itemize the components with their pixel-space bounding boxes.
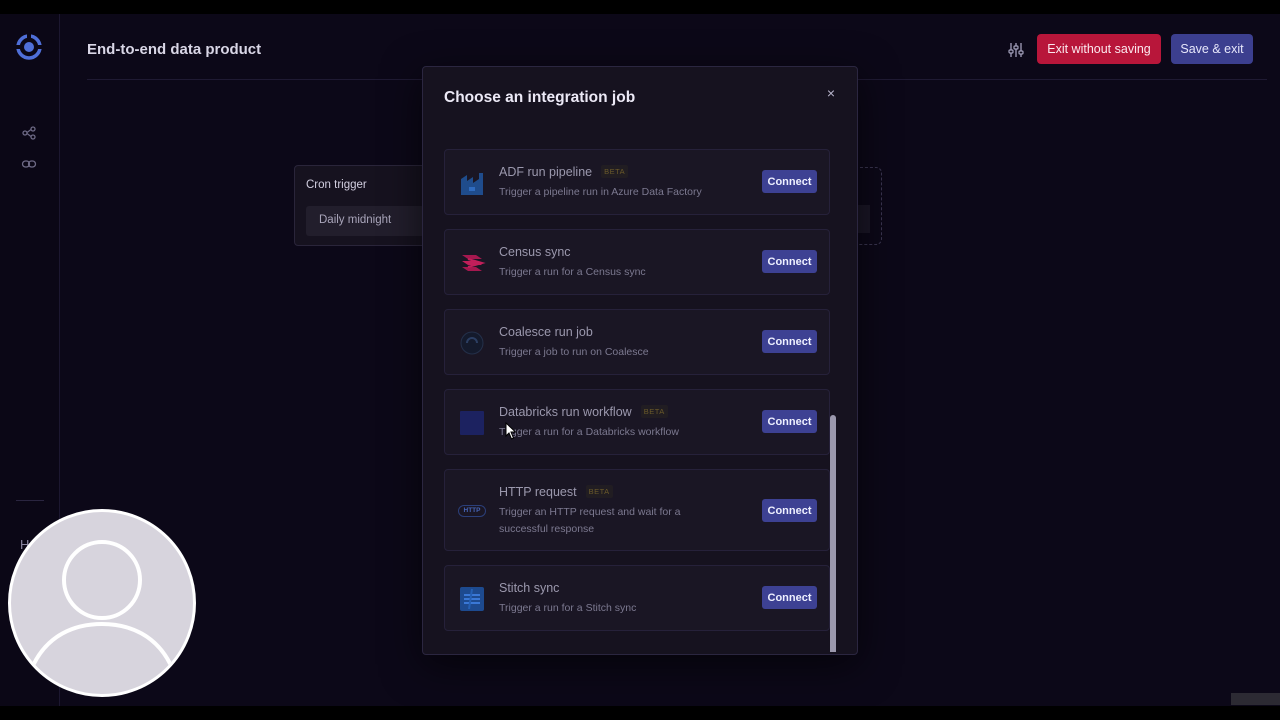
exit-without-saving-button[interactable]: Exit without saving — [1037, 34, 1161, 64]
page-title: End-to-end data product — [87, 41, 262, 58]
item-name-text: HTTP request — [499, 485, 577, 499]
list-item-stitch[interactable]: Stitch sync Trigger a run for a Stitch s… — [444, 565, 830, 631]
http-icon: HTTP — [458, 497, 486, 525]
item-name-text: ADF run pipeline — [499, 165, 593, 179]
close-icon[interactable]: × — [823, 85, 839, 101]
item-description: Trigger an HTTP request and wait for a s… — [499, 506, 681, 535]
person-silhouette-icon — [29, 540, 175, 671]
item-name: Census sync — [499, 245, 571, 259]
integration-job-modal: Choose an integration job × ADF run pipe… — [422, 66, 858, 655]
cron-schedule-field[interactable]: Daily midnight — [306, 206, 424, 236]
watermark — [1231, 693, 1280, 705]
workflow-icon[interactable] — [21, 125, 37, 141]
azure-data-factory-icon — [461, 173, 483, 195]
item-description: Trigger a run for a Census sync — [499, 266, 646, 278]
list-item-adf[interactable]: ADF run pipeline BETA Trigger a pipeline … — [444, 149, 830, 215]
link-icon[interactable] — [21, 156, 37, 172]
save-and-exit-button[interactable]: Save & exit — [1171, 34, 1253, 64]
item-name: Stitch sync — [499, 581, 560, 595]
coalesce-icon — [460, 331, 484, 355]
census-icon — [462, 255, 486, 271]
cron-trigger-node[interactable]: Cron trigger Daily midnight — [294, 165, 434, 246]
stitch-icon — [460, 587, 484, 611]
cron-trigger-title: Cron trigger — [306, 179, 367, 191]
connect-button-coalesce[interactable]: Connect — [762, 330, 817, 353]
connect-button-census[interactable]: Connect — [762, 250, 817, 273]
item-description: Trigger a pipeline run in Azure Data Fac… — [499, 186, 702, 198]
item-description: Trigger a run for a Databricks workflow — [499, 426, 679, 438]
scrollbar-thumb[interactable] — [830, 415, 836, 652]
item-name: Databricks run workflow BETA — [499, 405, 668, 419]
item-name-text: Databricks run workflow — [499, 405, 632, 419]
list-item-databricks[interactable]: Databricks run workflow BETA Trigger a ru… — [444, 389, 830, 455]
modal-title: Choose an integration job — [444, 89, 636, 106]
connect-button-databricks[interactable]: Connect — [762, 410, 817, 433]
item-name: HTTP request BETA — [499, 485, 613, 499]
connect-button-stitch[interactable]: Connect — [762, 586, 817, 609]
connect-button-adf[interactable]: Connect — [762, 170, 817, 193]
mouse-cursor-icon — [505, 422, 517, 440]
item-name: Coalesce run job — [499, 325, 593, 339]
user-avatar — [8, 509, 196, 697]
list-item-census[interactable]: Census sync Trigger a run for a Census s… — [444, 229, 830, 295]
item-name: ADF run pipeline BETA — [499, 165, 629, 179]
item-description: Trigger a job to run on Coalesce — [499, 346, 649, 358]
sidebar-divider — [16, 500, 44, 501]
integration-list[interactable]: ADF run pipeline BETA Trigger a pipeline … — [423, 137, 859, 652]
beta-badge: BETA — [601, 165, 629, 178]
beta-badge: BETA — [585, 485, 613, 498]
list-item-http[interactable]: HTTP HTTP request BETA Trigger an HTTP re… — [444, 469, 830, 551]
http-icon-label: HTTP — [458, 505, 486, 517]
connect-button-http[interactable]: Connect — [762, 499, 817, 522]
databricks-icon — [460, 411, 484, 435]
beta-badge: BETA — [640, 405, 668, 418]
list-item-coalesce[interactable]: Coalesce run job Trigger a job to run on… — [444, 309, 830, 375]
scrollbar[interactable] — [830, 415, 836, 652]
app-logo-icon[interactable] — [15, 33, 43, 61]
settings-sliders-icon[interactable] — [1007, 41, 1025, 59]
item-description: Trigger a run for a Stitch sync — [499, 602, 637, 614]
